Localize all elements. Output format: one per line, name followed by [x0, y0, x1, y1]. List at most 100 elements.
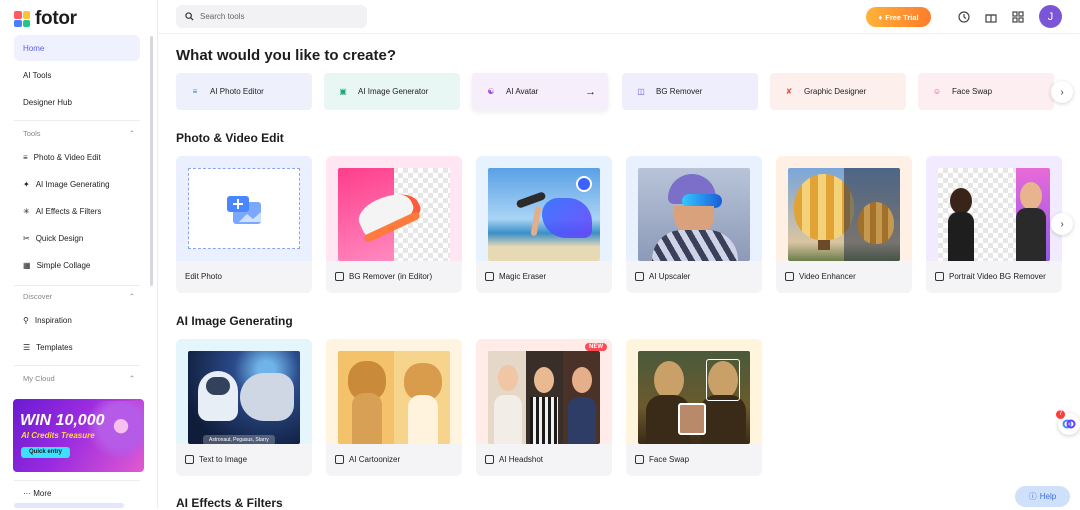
bg-remove-icon: [335, 272, 344, 281]
new-badge: NEW: [585, 343, 607, 351]
diamond-icon: ♦: [878, 12, 883, 22]
upscale-icon: [635, 272, 644, 281]
apps-grid-icon[interactable]: [1011, 10, 1025, 24]
tool-card-video-enhancer[interactable]: Video Enhancer: [776, 156, 912, 293]
notification-badge: 7: [1056, 410, 1065, 419]
card-label-text: Magic Eraser: [499, 272, 547, 281]
image-sparkle-icon: ▣: [339, 87, 347, 96]
tools-section-header[interactable]: Tools ⌃: [23, 129, 135, 138]
face-swap-icon: [635, 455, 644, 464]
tool-card-ai-headshot[interactable]: NEW AI Headshot: [476, 339, 612, 476]
collage-icon: ▦: [23, 260, 31, 270]
quick-tile-ai-photo-editor[interactable]: ≡ AI Photo Editor: [176, 73, 312, 110]
promo-subtitle: AI Credits Treasure: [21, 431, 95, 440]
quick-tiles-next-button[interactable]: ›: [1051, 81, 1073, 103]
sidebar-item-label: Templates: [36, 342, 73, 352]
tool-card-edit-photo[interactable]: Edit Photo: [176, 156, 312, 293]
chevron-right-icon: ›: [1060, 86, 1064, 98]
tool-card-face-swap[interactable]: Face Swap: [626, 339, 762, 476]
nav-designer-hub[interactable]: Designer Hub: [14, 89, 140, 115]
card-label: AI Upscaler: [635, 272, 690, 281]
design-tools-icon: ✘: [785, 87, 793, 96]
search-icon: [185, 12, 194, 21]
tool-card-portrait-video-bg-remover[interactable]: Portrait Video BG Remover: [926, 156, 1062, 293]
section-title-photo-video-edit: Photo & Video Edit: [176, 131, 284, 145]
card-label-text: Video Enhancer: [799, 272, 856, 281]
history-icon[interactable]: [957, 10, 971, 24]
lightbulb-icon: ⚲: [23, 315, 29, 325]
card-image: [476, 156, 612, 261]
card-label: Face Swap: [635, 455, 689, 464]
fotor-logo-icon: [14, 11, 30, 27]
search-input[interactable]: Search tools: [176, 5, 367, 28]
card-label-text: AI Cartoonizer: [349, 455, 401, 464]
quick-tile-label: AI Avatar: [506, 87, 539, 96]
bg-remove-icon: ◫: [637, 87, 645, 96]
card-label-text: AI Headshot: [499, 455, 544, 464]
sidebar-item-ai-effects-filters[interactable]: ✳ AI Effects & Filters: [14, 198, 140, 224]
sidebar-divider: [14, 285, 140, 286]
quick-tile-label: AI Photo Editor: [210, 87, 264, 96]
nav-label: Home: [23, 43, 45, 53]
sidebar-item-ai-image-generating[interactable]: ✦ AI Image Generating: [14, 171, 140, 197]
search-placeholder: Search tools: [200, 12, 245, 21]
promo-banner[interactable]: WIN 10,000 AI Credits Treasure Quick ent…: [13, 399, 144, 472]
cloud-section-header[interactable]: My Cloud ⌃: [23, 374, 135, 383]
sidebar-item-photo-video-edit[interactable]: ≡ Photo & Video Edit: [14, 144, 140, 170]
sparkle-icon: ✳: [23, 206, 30, 216]
chevron-right-icon: ›: [1060, 218, 1064, 230]
sidebar-bottom-item[interactable]: [14, 503, 124, 508]
quick-tile-ai-image-generator[interactable]: ▣ AI Image Generator: [324, 73, 460, 110]
promo-title: WIN 10,000: [20, 412, 105, 429]
nav-ai-tools[interactable]: AI Tools: [14, 62, 140, 88]
magic-wand-icon: ✦: [23, 179, 30, 189]
page-title: What would you like to create?: [176, 47, 397, 64]
card-label-text: BG Remover (in Editor): [349, 272, 433, 281]
eraser-icon: [485, 272, 494, 281]
headshot-portraits-image: [488, 351, 600, 444]
section-next-button[interactable]: ›: [1051, 213, 1073, 235]
card-label-text: Portrait Video BG Remover: [949, 272, 1046, 281]
tool-card-magic-eraser[interactable]: Magic Eraser: [476, 156, 612, 293]
quick-tile-face-swap[interactable]: ☺ Face Swap: [918, 73, 1054, 110]
add-image-icon: [227, 196, 261, 224]
quick-tile-ai-avatar[interactable]: ☯ AI Avatar →: [472, 73, 608, 110]
quick-tile-label: AI Image Generator: [358, 87, 429, 96]
fotor-logo[interactable]: fotor: [14, 8, 77, 30]
nav-label: Designer Hub: [23, 97, 72, 107]
tool-card-text-to-image[interactable]: Astronaut, Pegasus, Starry Text to Image: [176, 339, 312, 476]
dog-cartoon-image: [338, 351, 450, 444]
quick-tile-label: BG Remover: [656, 87, 703, 96]
quick-tile-label: Graphic Designer: [804, 87, 867, 96]
tool-card-ai-cartoonizer[interactable]: AI Cartoonizer: [326, 339, 462, 476]
top-bar: Search tools ♦ Free Trial J: [158, 0, 1080, 34]
more-button[interactable]: ··· More: [23, 489, 51, 498]
free-trial-button[interactable]: ♦ Free Trial: [866, 7, 931, 27]
sidebar-scrollbar[interactable]: [150, 36, 153, 286]
sidebar-item-label: Quick Design: [35, 233, 84, 243]
tool-card-ai-upscaler[interactable]: AI Upscaler: [626, 156, 762, 293]
link-icon: [1062, 419, 1076, 429]
gift-icon[interactable]: [984, 10, 998, 24]
discover-section-header[interactable]: Discover ⌃: [23, 292, 135, 301]
card-label-text: Text to Image: [199, 455, 248, 464]
card-label: Portrait Video BG Remover: [935, 272, 1046, 281]
nav-home[interactable]: Home: [14, 35, 140, 61]
card-image: [176, 156, 312, 261]
portrait-video-image: [938, 168, 1050, 261]
sidebar-item-quick-design[interactable]: ✂ Quick Design: [14, 225, 140, 251]
sidebar-item-inspiration[interactable]: ⚲ Inspiration: [14, 307, 140, 333]
quick-tile-bg-remover[interactable]: ◫ BG Remover: [622, 73, 758, 110]
quick-tile-graphic-designer[interactable]: ✘ Graphic Designer: [770, 73, 906, 110]
skier-portrait-image: [638, 168, 750, 261]
tool-card-bg-remover-in-editor[interactable]: BG Remover (in Editor): [326, 156, 462, 293]
sidebar-item-label: Photo & Video Edit: [33, 152, 101, 162]
user-avatar[interactable]: J: [1039, 5, 1062, 28]
help-button[interactable]: ⓘ Help: [1015, 486, 1070, 507]
sidebar-item-templates[interactable]: ☰ Templates: [14, 334, 140, 360]
more-label: More: [33, 489, 52, 498]
upload-dropzone[interactable]: [188, 168, 300, 249]
quick-entry-button[interactable]: Quick entry: [21, 447, 71, 458]
chevron-up-icon: ⌃: [128, 129, 135, 138]
sidebar-item-simple-collage[interactable]: ▦ Simple Collage: [14, 252, 140, 278]
